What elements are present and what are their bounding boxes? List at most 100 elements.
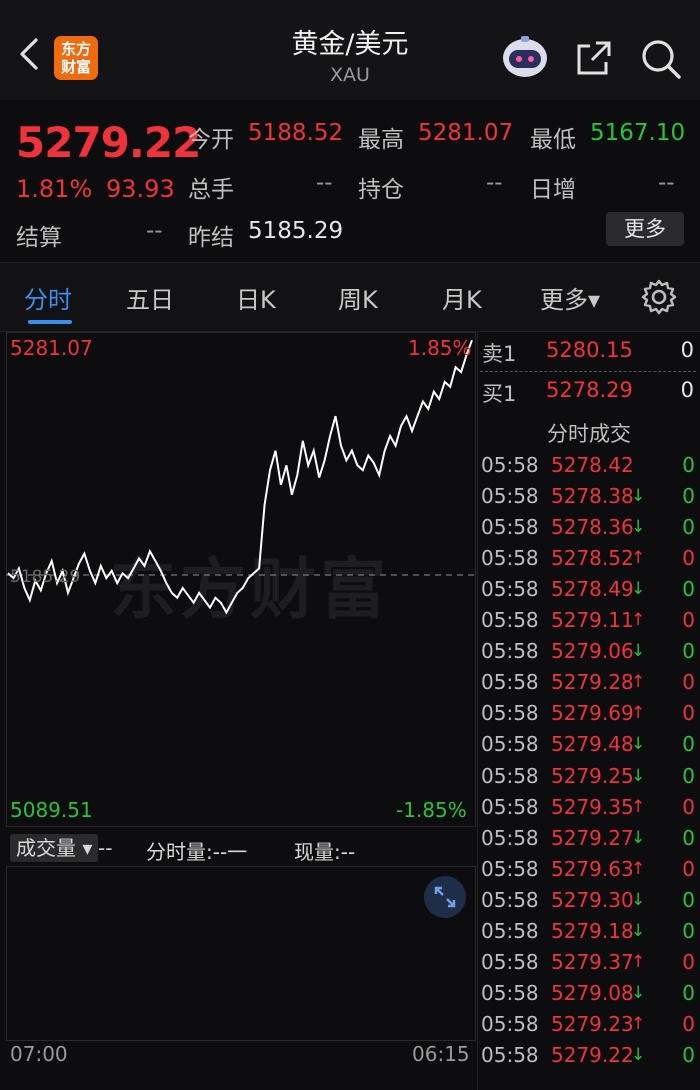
back-arrow-icon[interactable] [14, 36, 44, 72]
tab-monthly-k[interactable]: 月K [442, 280, 482, 315]
tick-price: 5279.18 [551, 918, 634, 943]
tick-row: 05:58 5278.36 ↓ 0 [481, 515, 697, 546]
tick-price: 5279.69 [551, 701, 634, 726]
volume-indicator-select[interactable]: 成交量 ▾ [10, 834, 99, 862]
tab-intraday[interactable]: 分时 [24, 280, 72, 315]
tick-row: 05:58 5278.38 ↓ 0 [481, 484, 697, 515]
tick-time: 05:58 [481, 670, 539, 695]
tick-direction-arrow: ↓ [631, 579, 646, 600]
tick-volume: 0 [682, 918, 695, 943]
tick-volume: 0 [682, 732, 695, 757]
y-axis-max-label: 5281.07 [10, 336, 93, 360]
tick-price: 5279.23 [551, 1011, 634, 1036]
tick-price: 5279.06 [551, 639, 634, 664]
tick-row: 05:58 5279.69 ↑ 0 [481, 701, 697, 732]
tick-time: 05:58 [481, 825, 539, 850]
settlement-label: 结算 [16, 225, 62, 251]
tick-price: 5279.25 [551, 763, 634, 788]
ask-volume: 0 [680, 338, 694, 362]
volume-chart-frame [6, 866, 476, 1041]
tick-price: 5279.35 [551, 794, 634, 819]
search-icon[interactable] [640, 38, 682, 80]
tick-price: 5279.11 [551, 608, 634, 633]
more-quote-button[interactable]: 更多 [606, 212, 684, 246]
tick-time: 05:58 [481, 546, 539, 571]
tick-time: 05:58 [481, 608, 539, 633]
tick-direction-arrow: ↓ [631, 827, 646, 848]
tab-daily-k[interactable]: 日K [236, 280, 276, 315]
x-axis-start-time: 07:00 [10, 1042, 68, 1066]
settlement-value: -- [146, 218, 163, 244]
prev-settlement-value: 5185.29 [248, 218, 344, 244]
tick-price: 5279.63 [551, 856, 634, 881]
tick-direction-arrow: ↑ [631, 610, 646, 631]
ai-assistant-robot-icon[interactable] [500, 34, 550, 80]
x-axis-end-time: 06:15 [412, 1042, 470, 1066]
tick-time: 05:58 [481, 794, 539, 819]
tick-row: 05:58 5279.30 ↓ 0 [481, 888, 697, 919]
tick-row: 05:58 5279.35 ↑ 0 [481, 795, 697, 826]
tick-row: 05:58 5279.08 ↓ 0 [481, 981, 697, 1012]
tick-volume: 0 [682, 639, 695, 664]
tab-weekly-k[interactable]: 周K [338, 280, 378, 315]
tick-volume: 0 [682, 701, 695, 726]
y-axis-max-percent: 1.85% [408, 336, 472, 360]
tick-row: 05:58 5279.63 ↑ 0 [481, 857, 697, 888]
open-value: 5188.52 [248, 120, 344, 146]
tick-volume: 0 [682, 794, 695, 819]
bid-volume: 0 [680, 378, 694, 402]
tick-direction-arrow: ↓ [631, 765, 646, 786]
expand-chart-icon[interactable] [424, 876, 466, 918]
tick-direction-arrow: ↑ [631, 1013, 646, 1034]
tick-volume: 0 [682, 546, 695, 571]
tick-row: 05:58 5279.18 ↓ 0 [481, 919, 697, 950]
tick-direction-arrow: ↓ [631, 517, 646, 538]
volume-value: -- [316, 170, 333, 196]
tick-price: 5279.28 [551, 670, 634, 695]
tick-price: 5278.49 [551, 577, 634, 602]
tick-time: 05:58 [481, 639, 539, 664]
change-percent: 1.81% [16, 175, 93, 203]
y-axis-min-label: 5089.51 [10, 798, 93, 822]
tab-more[interactable]: 更多▾ [540, 280, 600, 315]
symbol-code: XAU [330, 64, 370, 86]
tick-time: 05:58 [481, 515, 539, 540]
tick-direction-arrow: ↑ [631, 703, 646, 724]
book-separator [480, 371, 696, 372]
low-label: 最低 [530, 127, 576, 153]
change-value: 93.93 [106, 175, 175, 203]
share-icon[interactable] [574, 38, 614, 78]
tick-price: 5279.22 [551, 1042, 634, 1067]
bid-row: 买1 5278.29 0 [482, 378, 696, 408]
tick-row: 05:58 5279.28 ↑ 0 [481, 670, 697, 701]
tick-volume: 0 [682, 980, 695, 1005]
y-axis-min-percent: -1.85% [396, 798, 467, 822]
tick-volume: 0 [682, 1042, 695, 1067]
gear-icon[interactable] [640, 278, 678, 316]
tick-volume: 0 [682, 949, 695, 974]
tick-direction-arrow: ↑ [631, 951, 646, 972]
high-value: 5281.07 [418, 120, 514, 146]
eastmoney-logo: 东方 财富 [54, 36, 98, 80]
tick-direction-arrow: ↑ [631, 796, 646, 817]
tick-row: 05:58 5279.22 ↓ 0 [481, 1043, 697, 1074]
low-value: 5167.10 [590, 120, 686, 146]
tick-price: 5279.08 [551, 980, 634, 1005]
tick-time: 05:58 [481, 763, 539, 788]
tick-volume: 0 [682, 577, 695, 602]
ask-label: 卖1 [482, 342, 517, 366]
tick-direction-arrow: ↓ [631, 889, 646, 910]
tick-time: 05:58 [481, 1042, 539, 1067]
prev-settlement-label: 昨结 [188, 225, 234, 251]
tick-volume: 0 [682, 515, 695, 540]
ask-row: 卖1 5280.15 0 [482, 338, 696, 368]
open-label: 今开 [188, 127, 234, 153]
tick-row: 05:58 5279.23 ↑ 0 [481, 1012, 697, 1043]
active-tab-indicator [28, 320, 72, 324]
tick-volume: 0 [682, 825, 695, 850]
tick-volume: 0 [682, 670, 695, 695]
tick-time: 05:58 [481, 577, 539, 602]
tick-time: 05:58 [481, 980, 539, 1005]
last-price: 5279.22 [16, 118, 201, 167]
tab-five-day[interactable]: 五日 [126, 280, 174, 315]
